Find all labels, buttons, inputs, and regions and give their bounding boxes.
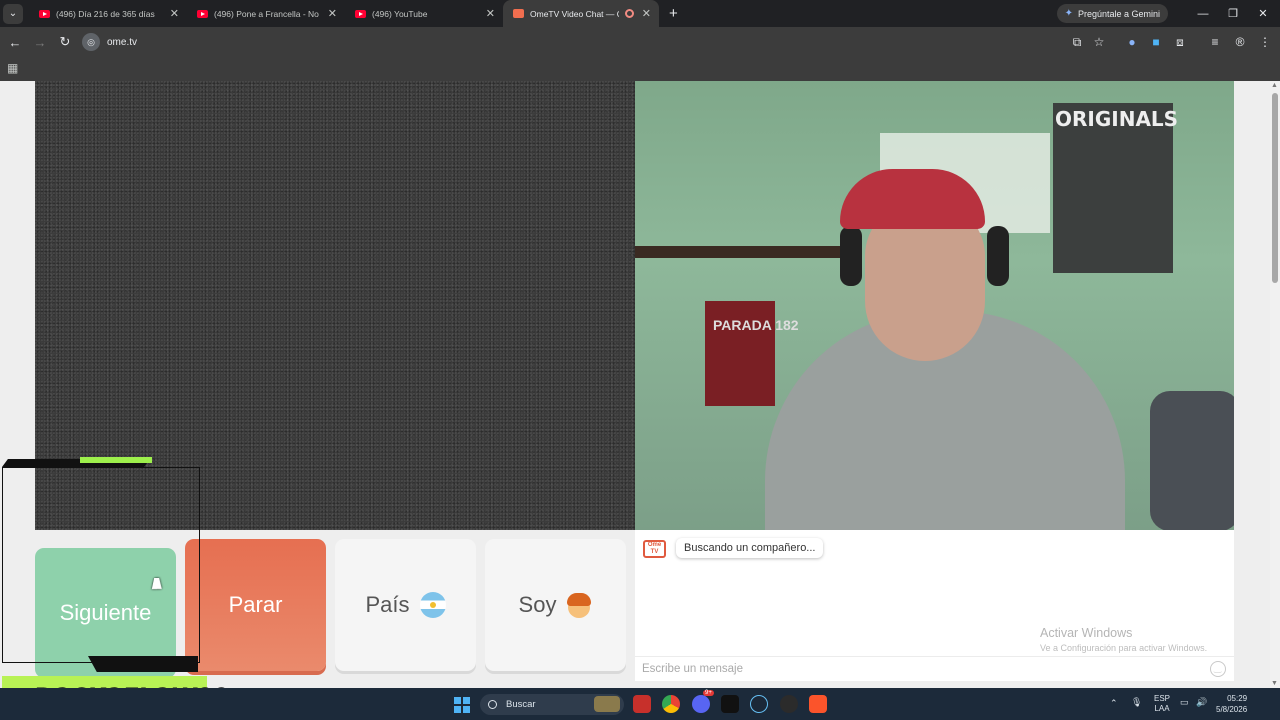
scroll-up-icon[interactable]: ▲ [1271, 82, 1278, 89]
profile-avatar-icon[interactable]: ® [1229, 27, 1251, 57]
close-window-icon[interactable]: ✕ [1246, 0, 1280, 27]
webcam-overlay-frame [2, 467, 200, 663]
message-row [635, 656, 1234, 681]
tab-ometv[interactable]: OmeTV Video Chat — Ome ✕ [503, 0, 659, 27]
emoji-icon[interactable] [1210, 661, 1226, 677]
ometv-logo-icon: Ome TV [643, 540, 666, 558]
poster-title: ORIGINALS [1055, 107, 1179, 131]
tab-close-icon[interactable]: ✕ [328, 7, 337, 20]
lang-bottom: LAA [1154, 704, 1170, 713]
brave-icon[interactable] [809, 695, 827, 713]
forward-icon[interactable]: → [29, 31, 51, 53]
apps-grid-icon[interactable]: ▦ [7, 62, 19, 74]
epic-games-icon[interactable] [721, 695, 739, 713]
chrome-icon[interactable] [662, 695, 680, 713]
network-icon[interactable]: ▭ [1180, 697, 1189, 708]
reload-icon[interactable]: ↻ [54, 31, 76, 53]
address-bar[interactable]: ◎ ome.tv [80, 30, 1110, 54]
tab-title: OmeTV Video Chat — Ome [530, 8, 619, 19]
shelf [635, 246, 855, 258]
extension-icon[interactable]: ● [1121, 27, 1143, 57]
new-tab-icon[interactable]: + [669, 5, 678, 22]
gender-button[interactable]: Soy [485, 539, 626, 671]
youtube-icon [197, 9, 208, 18]
activate-windows-subtitle: Ve a Configuración para activar Windows. [1040, 643, 1208, 653]
scroll-down-icon[interactable]: ▼ [1271, 680, 1278, 687]
country-label: País [365, 592, 410, 617]
lang-top: ESP [1154, 694, 1171, 703]
news-app-icon[interactable] [633, 695, 651, 713]
tab-close-icon[interactable]: ✕ [642, 7, 651, 20]
stop-button[interactable]: Parar [185, 539, 326, 671]
headphone-right [987, 226, 1009, 286]
menu-kebab-icon[interactable]: ⋮ [1254, 27, 1276, 57]
remote-video: ORIGINALS PARADA 182 [635, 81, 1234, 530]
tray-overflow-icon[interactable]: ⌃ [1110, 698, 1118, 709]
restore-icon[interactable]: ❐ [1216, 0, 1250, 27]
url-text[interactable]: ome.tv [107, 37, 137, 48]
youtube-icon [39, 9, 50, 18]
bookmarks-bar: ▦ [0, 57, 1280, 81]
tab-close-icon[interactable]: ✕ [486, 7, 495, 20]
media-control-icon[interactable]: ≡ [1204, 27, 1226, 57]
ometv-favicon-icon [513, 9, 524, 18]
extensions-puzzle-icon[interactable]: ⧈ [1169, 27, 1191, 57]
recording-icon [624, 9, 634, 18]
extension-m-icon[interactable]: ■ [1145, 27, 1167, 57]
status-message: Buscando un compañero... [676, 538, 824, 558]
search-highlight-icon[interactable] [594, 696, 620, 712]
stop-label: Parar [228, 592, 283, 617]
scrollbar-thumb[interactable] [1272, 93, 1278, 283]
obs-icon[interactable] [780, 695, 798, 713]
overlay-accent-top [80, 457, 152, 463]
tab-close-icon[interactable]: ✕ [170, 7, 179, 20]
tab-title: (496) YouTube [372, 8, 428, 19]
discord-icon[interactable] [692, 695, 710, 713]
gemini-button[interactable]: ✦ Pregúntale a Gemini [1056, 4, 1168, 23]
site-info-icon[interactable]: ◎ [82, 33, 100, 51]
page-scrollbar[interactable]: ▲ ▼ [1270, 81, 1280, 688]
windows-start-icon[interactable] [454, 697, 470, 713]
minimize-icon[interactable]: — [1186, 0, 1220, 27]
tab-youtube-home[interactable]: (496) YouTube ✕ [345, 0, 503, 27]
gender-label: Soy [518, 592, 557, 617]
activate-windows-title: Activar Windows [1040, 626, 1133, 640]
argentina-flag-icon [419, 592, 446, 618]
search-icon [488, 700, 497, 709]
steam-icon[interactable] [750, 695, 768, 713]
youtube-icon [355, 9, 366, 18]
overlay-bar-bottom [88, 656, 198, 672]
tab-search-chevron-icon[interactable]: ⌄ [3, 3, 23, 24]
gemini-spark-icon: ✦ [1064, 8, 1073, 19]
gemini-label: Pregúntale a Gemini [1077, 8, 1160, 19]
boy-emoji-icon [566, 592, 592, 618]
tab-youtube-francella[interactable]: (496) Pone a Francella - No es ✕ [187, 0, 345, 27]
bookmark-star-icon[interactable]: ☆ [1088, 27, 1110, 57]
tab-youtube-dia-216[interactable]: (496) Día 216 de 365 días ✕ [29, 0, 187, 27]
install-app-icon[interactable]: ⧉ [1066, 27, 1088, 57]
discord-badge: 9+ [703, 690, 714, 696]
tab-title: (496) Pone a Francella - No es [214, 8, 320, 19]
chat-panel: Ome TV Buscando un compañero... Activar … [635, 530, 1234, 681]
red-cap [840, 169, 985, 229]
microphone-icon[interactable]: 🎙 [1131, 697, 1142, 708]
message-input[interactable] [635, 657, 1205, 681]
clock-time: 05:29 [1227, 694, 1248, 703]
headphone-left [840, 226, 862, 286]
volume-icon[interactable]: 🔊 [1196, 697, 1207, 708]
language-indicator[interactable]: ESP LAA [1154, 694, 1170, 714]
country-button[interactable]: País [335, 539, 476, 671]
clock-date: 5/8/2026 [1216, 705, 1248, 714]
taskbar-search-label: Buscar [506, 699, 536, 710]
tab-title: (496) Día 216 de 365 días [56, 8, 155, 19]
chair [1150, 391, 1234, 530]
plate-text: PARADA 182 [713, 317, 799, 333]
system-clock[interactable]: 05:29 5/8/2026 [1216, 693, 1247, 715]
back-icon[interactable]: ← [4, 31, 26, 53]
